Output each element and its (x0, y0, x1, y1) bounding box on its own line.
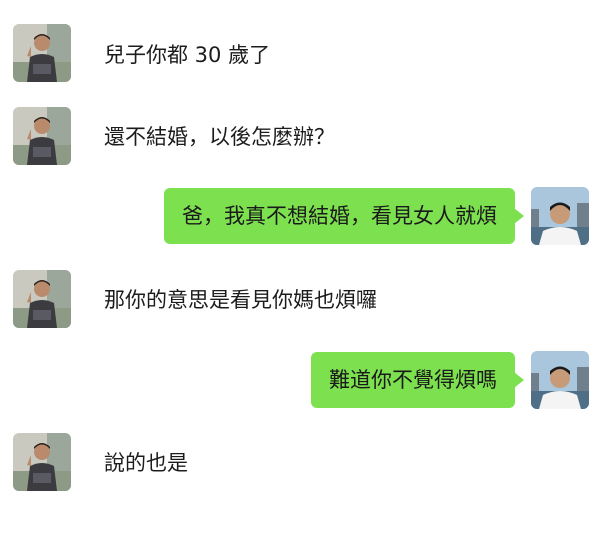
father-avatar[interactable] (13, 433, 71, 491)
son-message-bubble[interactable]: 爸，我真不想結婚，看見女人就煩 (164, 188, 524, 244)
father-message-text: 說的也是 (104, 451, 188, 475)
father-avatar[interactable] (13, 24, 71, 82)
son-message-bubble[interactable]: 難道你不覺得煩嗎 (311, 352, 524, 408)
father-avatar[interactable] (13, 270, 71, 328)
father-message-text: 那你的意思是看見你媽也煩囉 (104, 288, 377, 312)
father-avatar[interactable] (13, 107, 71, 165)
son-avatar[interactable] (531, 351, 589, 409)
father-message-text: 還不結婚，以後怎麼辦？ (104, 125, 335, 149)
father-message-text: 兒子你都 30 歲了 (104, 43, 271, 67)
son-avatar[interactable] (531, 187, 589, 245)
chat-conversation: 兒子你都 30 歲了 還不結婚，以後怎麼辦？ 爸，我真不想結婚，看見女人就煩 那… (0, 0, 600, 544)
